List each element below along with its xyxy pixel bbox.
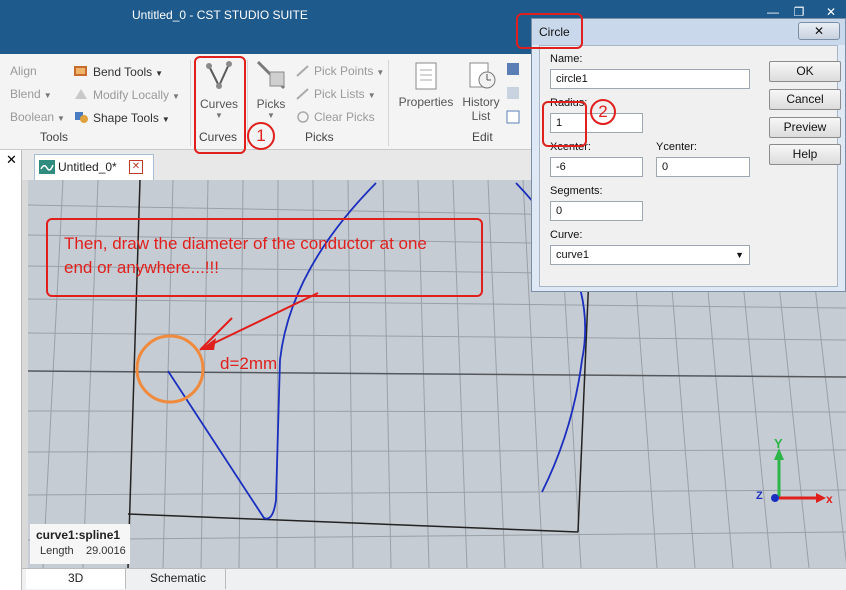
separator bbox=[190, 60, 191, 146]
modify-locally-label: Modify Locally bbox=[93, 88, 170, 102]
calculator-icon[interactable] bbox=[506, 62, 520, 76]
properties-icon bbox=[415, 62, 437, 90]
boolean-label: Boolean bbox=[10, 110, 55, 124]
history-list-button[interactable]: History List bbox=[458, 60, 504, 123]
clear-picks-button[interactable]: Clear Picks bbox=[296, 110, 375, 124]
length-value: 29.0016 bbox=[86, 545, 126, 557]
bend-tools-button[interactable]: Bend Tools ▼ bbox=[73, 64, 163, 79]
chevron-down-icon: ▼ bbox=[267, 111, 275, 120]
history-list-label: List bbox=[471, 109, 491, 123]
annotation-text-line2: end or anywhere...!!! bbox=[64, 258, 219, 277]
curves-highlight bbox=[194, 56, 246, 154]
edit-group-label: Edit bbox=[472, 130, 493, 144]
length-label: Length bbox=[40, 545, 74, 557]
properties-button[interactable]: Properties bbox=[396, 60, 456, 109]
tools-group-label: Tools bbox=[40, 130, 69, 144]
close-pane-icon[interactable]: ✕ bbox=[6, 152, 17, 168]
pick-points-button[interactable]: Pick Points ▼ bbox=[296, 64, 384, 78]
pick-points-icon bbox=[296, 65, 309, 77]
close-tab-icon[interactable]: ✕ bbox=[129, 160, 143, 174]
dialog-title-highlight bbox=[516, 13, 583, 49]
document-tab-label: Untitled_0* bbox=[58, 160, 117, 174]
tab-3d[interactable]: 3D bbox=[26, 569, 126, 589]
view-tab-bar: 3D Schematic bbox=[22, 568, 846, 590]
x-axis-line bbox=[28, 370, 846, 378]
picks-button-label: Picks bbox=[256, 97, 286, 111]
axis-y-label: Y bbox=[774, 436, 783, 451]
pick-lists-button[interactable]: Pick Lists ▼ bbox=[296, 87, 376, 101]
shape-tools-label: Shape Tools bbox=[93, 111, 159, 125]
document-icon bbox=[39, 160, 55, 174]
align-button[interactable]: Align bbox=[0, 64, 37, 78]
pick-points-label: Pick Points bbox=[314, 64, 374, 78]
annotation-callout: Then, draw the diameter of the conductor… bbox=[46, 218, 483, 297]
picks-group-label: Picks bbox=[305, 130, 334, 144]
curve-select-value: curve1 bbox=[556, 249, 590, 261]
modify-locally-button[interactable]: Modify Locally ▼ bbox=[73, 87, 180, 102]
selection-name: curve1:spline1 bbox=[36, 528, 121, 542]
curve-select[interactable]: curve1 ▼ bbox=[550, 245, 750, 265]
bend-tools-label: Bend Tools bbox=[93, 65, 153, 79]
properties-label: Properties bbox=[398, 95, 454, 109]
ok-button[interactable]: OK bbox=[769, 61, 841, 82]
pick-lists-icon bbox=[296, 88, 309, 100]
pick-lists-label: Pick Lists bbox=[314, 87, 365, 101]
ycenter-field[interactable]: 0 bbox=[656, 157, 750, 177]
history-label: History bbox=[462, 95, 500, 109]
axis-gizmo bbox=[771, 448, 826, 503]
shape-tools-button[interactable]: Shape Tools ▼ bbox=[73, 110, 170, 125]
segments-field[interactable]: 0 bbox=[550, 201, 643, 221]
blend-label: Blend bbox=[10, 87, 41, 101]
clear-picks-label: Clear Picks bbox=[314, 110, 375, 124]
window-title: Untitled_0 - CST STUDIO SUITE bbox=[132, 8, 308, 22]
dialog-body: Name: circle1 Radius: 1 Xcenter: -6 Ycen… bbox=[539, 45, 841, 287]
name-field[interactable]: circle1 bbox=[550, 69, 750, 89]
picks-button[interactable]: Picks ▼ bbox=[252, 58, 290, 120]
dialog-close-icon[interactable]: ✕ bbox=[798, 22, 840, 40]
preview-button[interactable]: Preview bbox=[769, 117, 841, 138]
history-list-icon bbox=[469, 62, 496, 89]
edit-tool-icon[interactable] bbox=[506, 86, 520, 100]
tab-schematic-label: Schematic bbox=[150, 571, 207, 585]
tab-3d-label: 3D bbox=[68, 571, 84, 585]
xcenter-field[interactable]: -6 bbox=[550, 157, 643, 177]
diameter-circle bbox=[135, 334, 205, 404]
boolean-button[interactable]: Boolean ▼ bbox=[0, 110, 65, 124]
clear-picks-icon bbox=[297, 111, 309, 123]
cancel-button[interactable]: Cancel bbox=[769, 89, 841, 110]
annotation-text-line1: Then, draw the diameter of the conductor… bbox=[64, 234, 427, 253]
blend-button[interactable]: Blend ▼ bbox=[0, 87, 52, 101]
help-button[interactable]: Help bbox=[769, 144, 841, 165]
name-label: Name: bbox=[550, 53, 583, 65]
step-marker-1: 1 bbox=[247, 122, 275, 150]
document-tab[interactable]: Untitled_0* ✕ bbox=[34, 154, 154, 180]
bend-tools-icon bbox=[74, 66, 87, 76]
step-marker-2: 2 bbox=[590, 99, 616, 125]
radius-highlight bbox=[542, 101, 587, 147]
curve-label: Curve: bbox=[550, 229, 583, 241]
axis-x-label: x bbox=[826, 492, 833, 506]
navigation-tree-pane: ✕ bbox=[0, 150, 22, 590]
picks-icon bbox=[256, 60, 286, 90]
selection-info: curve1:spline1 Length 29.0016 bbox=[30, 524, 130, 564]
separator bbox=[388, 60, 389, 146]
modify-locally-icon bbox=[75, 89, 87, 99]
text-tool-icon[interactable] bbox=[506, 110, 520, 124]
ycenter-label: Ycenter: bbox=[656, 141, 697, 153]
axis-z-label: Z bbox=[756, 490, 763, 502]
chevron-down-icon: ▼ bbox=[735, 250, 744, 260]
circle-dialog: Circle ✕ Name: circle1 Radius: 1 Xcenter… bbox=[531, 18, 846, 292]
tab-schematic[interactable]: Schematic bbox=[126, 569, 226, 589]
align-label: Align bbox=[10, 64, 37, 78]
segments-label: Segments: bbox=[550, 185, 603, 197]
diameter-label: d=2mm bbox=[220, 354, 278, 373]
shape-tools-icon bbox=[75, 112, 88, 123]
